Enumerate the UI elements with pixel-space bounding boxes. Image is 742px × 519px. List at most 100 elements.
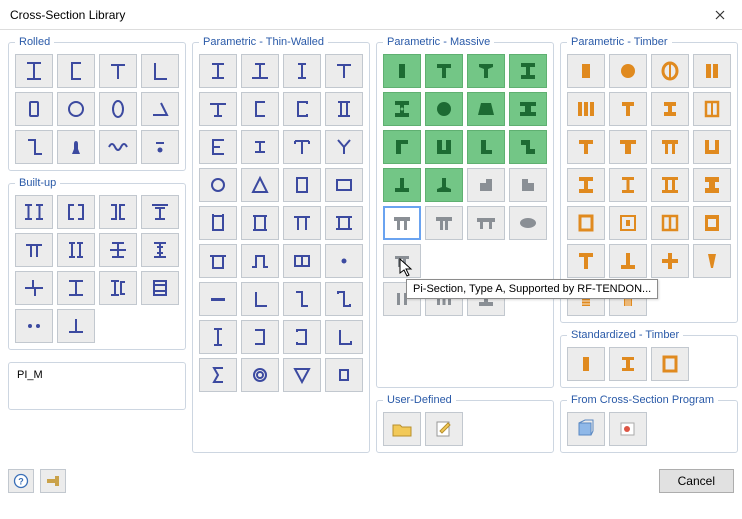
- builtup-2i-tight[interactable]: [57, 233, 95, 267]
- timber-box-2cell[interactable]: [651, 206, 689, 240]
- builtup-i-c[interactable]: [99, 271, 137, 305]
- rolled-corrugated[interactable]: [99, 130, 137, 164]
- builtup-2i[interactable]: [15, 195, 53, 229]
- rolled-angle-obtuse[interactable]: [141, 92, 179, 126]
- thin-tee-wide[interactable]: [199, 92, 237, 126]
- massive-i[interactable]: [509, 54, 547, 88]
- timber-tee[interactable]: [567, 130, 605, 164]
- thin-c-lip[interactable]: [283, 92, 321, 126]
- massive-ellipse[interactable]: [509, 206, 547, 240]
- thin-i-asym[interactable]: [241, 54, 279, 88]
- timber-wedge[interactable]: [693, 244, 731, 278]
- builtup-box-lattice[interactable]: [141, 271, 179, 305]
- timber-circle[interactable]: [609, 54, 647, 88]
- massive-i-wide[interactable]: [509, 92, 547, 126]
- std-timber-i[interactable]: [609, 347, 647, 381]
- thin-box-small[interactable]: [325, 358, 363, 392]
- thin-circle[interactable]: [199, 168, 237, 202]
- timber-i-asym[interactable]: [567, 244, 605, 278]
- massive-circle[interactable]: [425, 92, 463, 126]
- thin-i-slender[interactable]: [199, 320, 237, 354]
- massive-pi-narrow[interactable]: [383, 244, 421, 278]
- thin-i[interactable]: [199, 54, 237, 88]
- thin-pipe[interactable]: [241, 358, 279, 392]
- thin-box-top[interactable]: [199, 244, 237, 278]
- thin-box-stiff2[interactable]: [241, 206, 279, 240]
- massive-step-right[interactable]: [509, 168, 547, 202]
- settings-button[interactable]: [40, 469, 66, 493]
- program-import[interactable]: [609, 412, 647, 446]
- user-edit[interactable]: [425, 412, 463, 446]
- user-open[interactable]: [383, 412, 421, 446]
- thin-box[interactable]: [283, 168, 321, 202]
- program-shape[interactable]: [567, 412, 605, 446]
- thin-hat[interactable]: [241, 244, 279, 278]
- builtup-2c-back[interactable]: [57, 195, 95, 229]
- timber-i-heavy[interactable]: [693, 168, 731, 202]
- thin-c-flip[interactable]: [241, 320, 279, 354]
- thin-z[interactable]: [283, 282, 321, 316]
- massive-rect[interactable]: [383, 54, 421, 88]
- rolled-channel[interactable]: [57, 54, 95, 88]
- help-button[interactable]: ?: [8, 469, 34, 493]
- massive-z[interactable]: [509, 130, 547, 164]
- timber-i-1[interactable]: [609, 92, 647, 126]
- massive-tee-taper[interactable]: [467, 54, 505, 88]
- builtup-i-plate[interactable]: [99, 233, 137, 267]
- timber-i-full[interactable]: [567, 168, 605, 202]
- timber-rect[interactable]: [567, 54, 605, 88]
- thin-dot[interactable]: [325, 244, 363, 278]
- massive-pi-a[interactable]: [383, 206, 421, 240]
- rolled-bar[interactable]: [141, 130, 179, 164]
- rolled-chs[interactable]: [57, 92, 95, 126]
- massive-channel[interactable]: [383, 130, 421, 164]
- thin-i-narrow[interactable]: [283, 54, 321, 88]
- rolled-angle[interactable]: [141, 54, 179, 88]
- thin-angle-lip[interactable]: [325, 320, 363, 354]
- cancel-button[interactable]: Cancel: [659, 469, 734, 493]
- builtup-i-stiff[interactable]: [141, 233, 179, 267]
- builtup-tee-wide[interactable]: [15, 233, 53, 267]
- timber-pi[interactable]: [651, 130, 689, 164]
- massive-step-left[interactable]: [467, 168, 505, 202]
- rolled-oval[interactable]: [99, 92, 137, 126]
- builtup-i-heavy[interactable]: [57, 271, 95, 305]
- std-timber-rect[interactable]: [567, 347, 605, 381]
- massive-tee-inv[interactable]: [383, 168, 421, 202]
- massive-trapezoid[interactable]: [467, 92, 505, 126]
- massive-pi-b[interactable]: [425, 206, 463, 240]
- builtup-i-cap[interactable]: [141, 195, 179, 229]
- thin-tri-down[interactable]: [283, 358, 321, 392]
- rolled-i-section[interactable]: [15, 54, 53, 88]
- builtup-2c-face[interactable]: [99, 195, 137, 229]
- timber-i-asym2[interactable]: [609, 244, 647, 278]
- builtup-dots[interactable]: [15, 309, 53, 343]
- timber-3rect[interactable]: [567, 92, 605, 126]
- std-timber-box[interactable]: [651, 347, 689, 381]
- timber-2rect[interactable]: [693, 54, 731, 88]
- thin-i-box[interactable]: [325, 92, 363, 126]
- thin-y[interactable]: [325, 130, 363, 164]
- thin-box-wide[interactable]: [325, 168, 363, 202]
- timber-cross[interactable]: [651, 244, 689, 278]
- timber-box-3cell[interactable]: [693, 206, 731, 240]
- rolled-rail[interactable]: [57, 130, 95, 164]
- thin-triangle[interactable]: [241, 168, 279, 202]
- massive-pi-wide[interactable]: [467, 206, 505, 240]
- timber-box-hollow[interactable]: [567, 206, 605, 240]
- thin-pi[interactable]: [283, 206, 321, 240]
- massive-l[interactable]: [467, 130, 505, 164]
- timber-u[interactable]: [693, 130, 731, 164]
- thin-sigma[interactable]: [199, 358, 237, 392]
- timber-double-i[interactable]: [651, 168, 689, 202]
- thin-z-lip[interactable]: [325, 282, 363, 316]
- thin-i-short[interactable]: [241, 130, 279, 164]
- thin-tee[interactable]: [325, 54, 363, 88]
- timber-tee-wide[interactable]: [609, 130, 647, 164]
- thin-c[interactable]: [241, 92, 279, 126]
- thin-cell-multi[interactable]: [283, 244, 321, 278]
- massive-u[interactable]: [425, 130, 463, 164]
- rolled-z-section[interactable]: [15, 130, 53, 164]
- massive-tee[interactable]: [425, 54, 463, 88]
- thin-box-stiff1[interactable]: [199, 206, 237, 240]
